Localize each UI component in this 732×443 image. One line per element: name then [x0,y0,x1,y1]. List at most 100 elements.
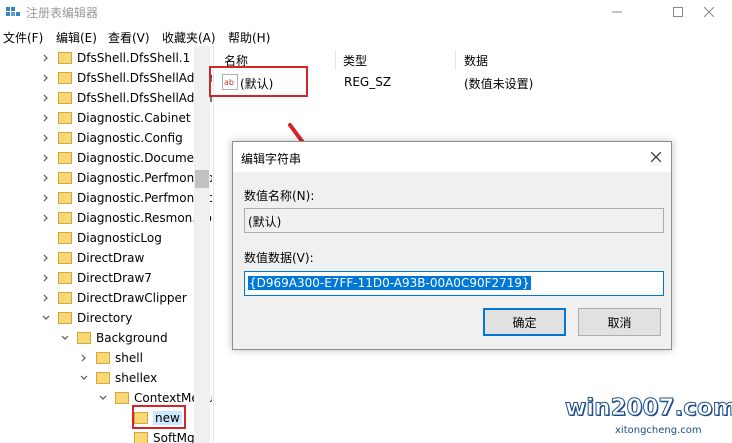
folder-icon [58,152,72,164]
folder-icon [134,432,148,443]
pane-splitter[interactable] [213,46,216,443]
folder-icon [77,332,91,344]
folder-icon [58,252,72,264]
chevron-down-icon[interactable] [61,334,69,342]
highlight-new-key [132,405,186,429]
value-data-label: 数值数据(V): [244,251,314,265]
registry-editor-window: 注册表编辑器 文件(F) 编辑(E) 查看(V) 收藏夹(A) 帮助(H) Df… [0,0,732,443]
tree-item[interactable]: Diagnostic.Resmon.Config [0,208,212,228]
tree-item-label: DfsShell.DfsShellAdmin [77,71,212,85]
folder-icon [96,352,110,364]
tree-scrollbar-thumb[interactable] [195,170,209,188]
tree-item[interactable]: DirectDrawClipper [0,288,212,308]
close-button[interactable] [686,0,732,24]
tree-item-label: Diagnostic.Perfmon.Config [77,171,212,185]
folder-icon [58,212,72,224]
tree-item-label: DiagnosticLog [77,231,162,245]
chevron-right-icon[interactable] [42,274,50,282]
chevron-right-icon[interactable] [42,54,50,62]
title-bar: 注册表编辑器 [0,0,732,24]
tree-item-label: shell [115,351,143,365]
chevron-right-icon[interactable] [42,94,50,102]
folder-icon [58,72,72,84]
regedit-icon [6,7,20,16]
menu-help[interactable]: 帮助(H) [228,29,270,46]
chevron-right-icon[interactable] [42,74,50,82]
tree-item[interactable]: DirectDraw7 [0,268,212,288]
menu-file[interactable]: 文件(F) [3,29,43,46]
value-data-input[interactable]: {D969A300-E7FF-11D0-A93B-00A0C90F2719} [244,271,664,296]
chevron-down-icon[interactable] [80,374,88,382]
value-type: REG_SZ [344,75,392,89]
tree-item[interactable]: Directory [0,308,212,328]
tree-item[interactable]: shellex [0,368,212,388]
tree-item[interactable]: DiagnosticLog [0,228,212,248]
maximize-icon [673,7,683,17]
tree-item[interactable]: Diagnostic.Config [0,128,212,148]
menu-edit[interactable]: 编辑(E) [56,29,97,46]
chevron-right-icon[interactable] [42,134,50,142]
folder-icon [58,292,72,304]
chevron-right-icon[interactable] [42,294,50,302]
folder-icon [58,172,72,184]
folder-icon [58,272,72,284]
cancel-button[interactable]: 取消 [578,308,661,336]
chevron-down-icon[interactable] [99,394,107,402]
value-name-field[interactable]: (默认) [244,208,664,233]
dialog-close-button[interactable] [647,148,665,166]
watermark-text: win2007.com [565,395,732,422]
dialog-title-bar: 编辑字符串 [233,142,671,172]
chevron-right-icon[interactable] [42,214,50,222]
tree-item[interactable]: DfsShell.DfsShellAdmin [0,68,212,88]
tree-item-label: DfsShell.DfsShellAdmin.1 [77,91,212,105]
value-name-label: 数值名称(N): [244,189,315,203]
close-icon [704,7,714,17]
dialog-title: 编辑字符串 [241,152,302,166]
tree-scrollbar[interactable] [194,46,210,443]
tree-item[interactable]: SoftMgr [0,428,212,443]
tree-item-label: Diagnostic.Perfmon.Document [77,191,212,205]
chevron-down-icon[interactable] [42,314,50,322]
folder-icon [58,112,72,124]
folder-icon [58,132,72,144]
ok-button[interactable]: 确定 [483,308,566,336]
folder-icon [115,392,129,404]
tree-item[interactable]: Diagnostic.Perfmon.Config [0,168,212,188]
folder-icon [96,372,110,384]
folder-icon [58,192,72,204]
tree-item-label: Diagnostic.Config [77,131,183,145]
column-type[interactable]: 类型 [343,52,367,69]
tree-item-label: Diagnostic.Cabinet [77,111,191,125]
registry-tree: DfsShell.DfsShell.1 DfsShell.DfsShellAdmi… [0,46,212,443]
folder-icon [58,232,72,244]
minimize-button[interactable] [594,0,640,24]
tree-item[interactable]: DirectDraw [0,248,212,268]
tree-item[interactable]: Diagnostic.Cabinet [0,108,212,128]
tree-item[interactable]: Diagnostic.Document [0,148,212,168]
chevron-right-icon[interactable] [80,354,88,362]
chevron-right-icon[interactable] [42,114,50,122]
chevron-right-icon[interactable] [42,174,50,182]
tree-item[interactable]: Background [0,328,212,348]
chevron-right-icon[interactable] [42,254,50,262]
tree-item-label: Diagnostic.Resmon.Config [77,211,212,225]
chevron-right-icon[interactable] [42,194,50,202]
tree-item-label: SoftMgr [153,431,200,443]
menu-view[interactable]: 查看(V) [108,29,150,46]
tree-item[interactable]: Diagnostic.Perfmon.Document [0,188,212,208]
close-icon [651,152,661,162]
tree-item[interactable]: DfsShell.DfsShellAdmin.1 [0,88,212,108]
menu-favorites[interactable]: 收藏夹(A) [162,29,216,46]
tree-item-label: DirectDrawClipper [77,291,187,305]
column-data[interactable]: 数据 [464,52,488,69]
minimize-icon [612,11,622,13]
tree-item[interactable]: shell [0,348,212,368]
chevron-right-icon[interactable] [42,154,50,162]
value-data: (数值未设置) [464,77,534,91]
tree-item[interactable]: DfsShell.DfsShell.1 [0,48,212,68]
site-watermark: win2007.com xitongcheng.com [555,392,732,443]
tree-item-label: Diagnostic.Document [77,151,207,165]
watermark-subtext: xitongcheng.com [615,425,702,436]
tree-item-label: shellex [115,371,158,385]
value-data-text: {D969A300-E7FF-11D0-A93B-00A0C90F2719} [248,276,531,290]
